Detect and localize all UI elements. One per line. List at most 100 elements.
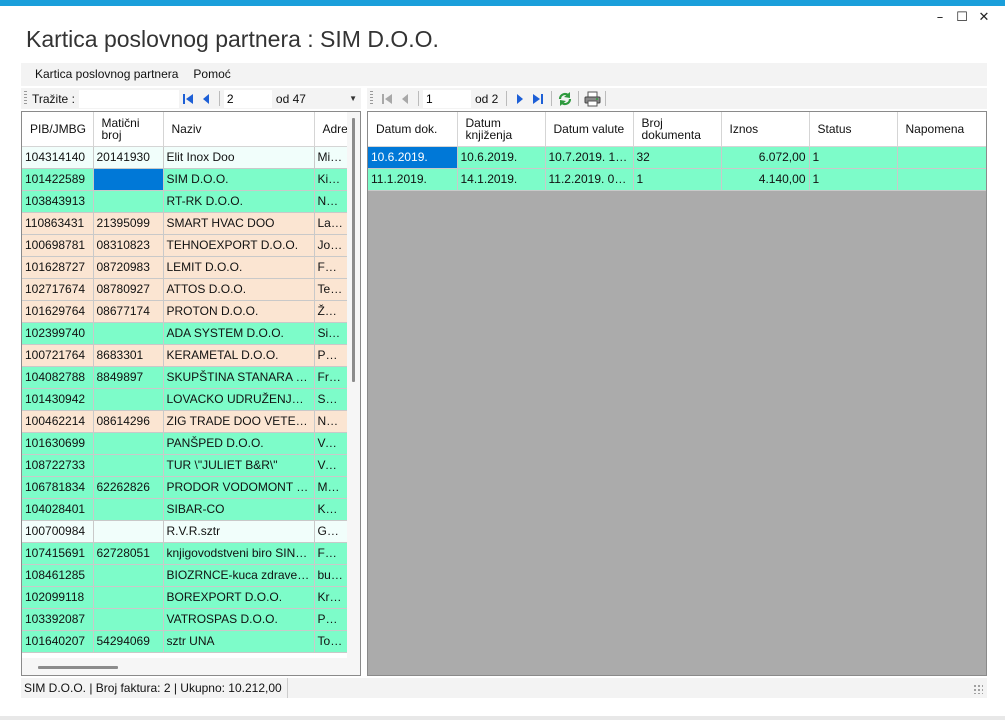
column-header-datum-knjizenja[interactable]: Datum knjiženja bbox=[457, 112, 546, 147]
menu-kartica[interactable]: Kartica poslovnog partnera bbox=[21, 63, 187, 86]
table-row[interactable]: 10.6.2019. 10.6.2019. 10.7.2019. 16:... 32 6… bbox=[368, 146, 986, 169]
search-input[interactable] bbox=[78, 89, 179, 108]
horizontal-scrollbar[interactable] bbox=[22, 658, 360, 675]
cell-datum-knjizenja[interactable]: 10.6.2019. bbox=[457, 146, 546, 169]
cell-iznos[interactable]: 4.140,00 bbox=[721, 168, 810, 191]
cell-pib[interactable]: 101422589 bbox=[22, 168, 94, 191]
page-number-input[interactable] bbox=[423, 89, 471, 108]
table-row[interactable]: 10678183462262826PRODOR VODOMONT NSMarod bbox=[22, 476, 348, 499]
table-row[interactable]: 101430942 LOVACKO UDRUŽENJE N... Sonje bbox=[22, 388, 348, 411]
column-header-broj-dokumenta[interactable]: Broj dokumenta bbox=[633, 112, 722, 147]
cell-maticni-broj[interactable]: 08677174 bbox=[93, 300, 164, 323]
cell-maticni-broj[interactable] bbox=[93, 608, 164, 631]
cell-pib[interactable]: 101640207 bbox=[22, 630, 94, 653]
cell-maticni-broj[interactable]: 62262826 bbox=[93, 476, 164, 499]
cell-iznos[interactable]: 6.072,00 bbox=[721, 146, 810, 169]
cell-pib[interactable]: 104028401 bbox=[22, 498, 94, 521]
cell-maticni-broj[interactable]: 54294069 bbox=[93, 630, 164, 653]
close-button[interactable]: ✕ bbox=[973, 9, 995, 27]
cell-maticni-broj[interactable] bbox=[93, 520, 164, 543]
column-header-status[interactable]: Status bbox=[809, 112, 898, 147]
cell-naziv[interactable]: RT-RK D.O.O. bbox=[163, 190, 315, 213]
table-row[interactable]: 10164020754294069sztr UNATolstoj bbox=[22, 630, 348, 653]
previous-page-icon[interactable] bbox=[396, 90, 414, 108]
cell-maticni-broj[interactable] bbox=[93, 564, 164, 587]
cell-pib[interactable]: 108722733 bbox=[22, 454, 94, 477]
cell-adresa[interactable]: Futošk bbox=[314, 542, 348, 565]
cell-napomena[interactable] bbox=[897, 168, 986, 191]
cell-naziv[interactable]: ATTOS D.O.O. bbox=[163, 278, 315, 301]
cell-maticni-broj[interactable]: 8683301 bbox=[93, 344, 164, 367]
cell-adresa[interactable]: Kralja bbox=[314, 586, 348, 609]
cell-maticni-broj[interactable] bbox=[93, 388, 164, 411]
table-row[interactable]: 1007217648683301KERAMETAL D.O.O.Partiza bbox=[22, 344, 348, 367]
cell-adresa[interactable]: Temer bbox=[314, 278, 348, 301]
cell-naziv[interactable]: ZIG TRADE DOO VETERNIK bbox=[163, 410, 315, 433]
cell-naziv[interactable]: BOREXPORT D.O.O. bbox=[163, 586, 315, 609]
cell-naziv[interactable]: PANŠPED D.O.O. bbox=[163, 432, 315, 455]
cell-naziv[interactable]: R.V.R.sztr bbox=[163, 520, 315, 543]
previous-page-icon[interactable] bbox=[197, 90, 215, 108]
cell-maticni-broj[interactable] bbox=[93, 498, 164, 521]
cell-maticni-broj[interactable]: 21395099 bbox=[93, 212, 164, 235]
cell-pib[interactable]: 101430942 bbox=[22, 388, 94, 411]
cell-adresa[interactable]: Siriška bbox=[314, 322, 348, 345]
column-header-datum-dok[interactable]: Datum dok. bbox=[368, 112, 458, 147]
cell-maticni-broj[interactable]: 08614296 bbox=[93, 410, 164, 433]
cell-pib[interactable]: 100462214 bbox=[22, 410, 94, 433]
cell-pib[interactable]: 100700984 bbox=[22, 520, 94, 543]
table-row[interactable]: 108461285 BIOZRNCE-kuca zdrave hr... bul. … bbox=[22, 564, 348, 587]
cell-pib[interactable]: 101630699 bbox=[22, 432, 94, 455]
table-row[interactable]: 11.1.2019. 14.1.2019. 11.2.2019. 09:... 1 4.… bbox=[368, 168, 986, 191]
cell-pib[interactable]: 101628727 bbox=[22, 256, 94, 279]
cell-adresa[interactable]: Kisack bbox=[314, 168, 348, 191]
cell-naziv[interactable]: LOVACKO UDRUŽENJE N... bbox=[163, 388, 315, 411]
cell-maticni-broj[interactable] bbox=[93, 168, 164, 191]
resize-grip[interactable] bbox=[973, 684, 983, 694]
cell-pib[interactable]: 107415691 bbox=[22, 542, 94, 565]
table-row[interactable]: 10162872708720983LEMIT D.O.O.Futošk bbox=[22, 256, 348, 279]
cell-pib[interactable]: 102099118 bbox=[22, 586, 94, 609]
cell-naziv[interactable]: SKUPŠTINA STANARA FR... bbox=[163, 366, 315, 389]
table-row[interactable]: 107415691 62728051 knjigovodstveni biro SI… bbox=[22, 542, 348, 565]
column-header-datum-valute[interactable]: Datum valute bbox=[545, 112, 634, 147]
scrollbar-thumb[interactable] bbox=[352, 118, 355, 382]
column-header-napomena[interactable]: Napomena bbox=[897, 112, 986, 147]
cell-naziv[interactable]: Elit Inox Doo bbox=[163, 146, 315, 169]
refresh-icon[interactable] bbox=[556, 90, 574, 108]
column-header-naziv[interactable]: Naziv bbox=[163, 112, 315, 147]
cell-maticni-broj[interactable] bbox=[93, 190, 164, 213]
cell-adresa[interactable]: Narod bbox=[314, 190, 348, 213]
cell-adresa[interactable]: Jovan bbox=[314, 234, 348, 257]
cell-pib[interactable]: 100721764 bbox=[22, 344, 94, 367]
cell-naziv[interactable]: sztr UNA bbox=[163, 630, 315, 653]
toolbar-overflow-icon[interactable]: ▼ bbox=[349, 94, 357, 103]
cell-adresa[interactable]: Marod bbox=[314, 476, 348, 499]
vertical-scrollbar[interactable] bbox=[347, 112, 360, 658]
cell-naziv[interactable]: SMART HVAC DOO bbox=[163, 212, 315, 235]
cell-adresa[interactable]: Tolstoj bbox=[314, 630, 348, 653]
table-row[interactable]: 10162976408677174PROTON D.O.O.Železn bbox=[22, 300, 348, 323]
cell-naziv[interactable]: SIM D.O.O. bbox=[163, 168, 315, 191]
cell-pib[interactable]: 102399740 bbox=[22, 322, 94, 345]
table-row[interactable]: 104082788 8849897 SKUPŠTINA STANARA FR... F… bbox=[22, 366, 348, 389]
cell-naziv[interactable]: LEMIT D.O.O. bbox=[163, 256, 315, 279]
cell-adresa[interactable]: Laze N bbox=[314, 212, 348, 235]
table-row[interactable]: 103392087 VATROSPAS D.O.O. Pavla bbox=[22, 608, 348, 631]
cell-pib[interactable]: 108461285 bbox=[22, 564, 94, 587]
cell-maticni-broj[interactable] bbox=[93, 454, 164, 477]
cell-napomena[interactable] bbox=[897, 146, 986, 169]
cell-naziv[interactable]: BIOZRNCE-kuca zdrave hr... bbox=[163, 564, 315, 587]
cell-datum-valute[interactable]: 10.7.2019. 16:... bbox=[545, 146, 634, 169]
first-page-icon[interactable] bbox=[378, 90, 396, 108]
table-row[interactable]: 102399740 ADA SYSTEM D.O.O.Siriška bbox=[22, 322, 348, 345]
cell-status[interactable]: 1 bbox=[809, 146, 898, 169]
cell-maticni-broj[interactable]: 08720983 bbox=[93, 256, 164, 279]
cell-adresa[interactable]: bul. Os bbox=[314, 564, 348, 587]
cell-adresa[interactable]: Fruško bbox=[314, 366, 348, 389]
cell-datum-valute[interactable]: 11.2.2019. 09:... bbox=[545, 168, 634, 191]
table-row[interactable]: 101630699 PANŠPED D.O.O.Vojvod bbox=[22, 432, 348, 455]
cell-pib[interactable]: 100698781 bbox=[22, 234, 94, 257]
first-page-icon[interactable] bbox=[179, 90, 197, 108]
column-header-adresa[interactable]: Adresa bbox=[314, 112, 360, 147]
